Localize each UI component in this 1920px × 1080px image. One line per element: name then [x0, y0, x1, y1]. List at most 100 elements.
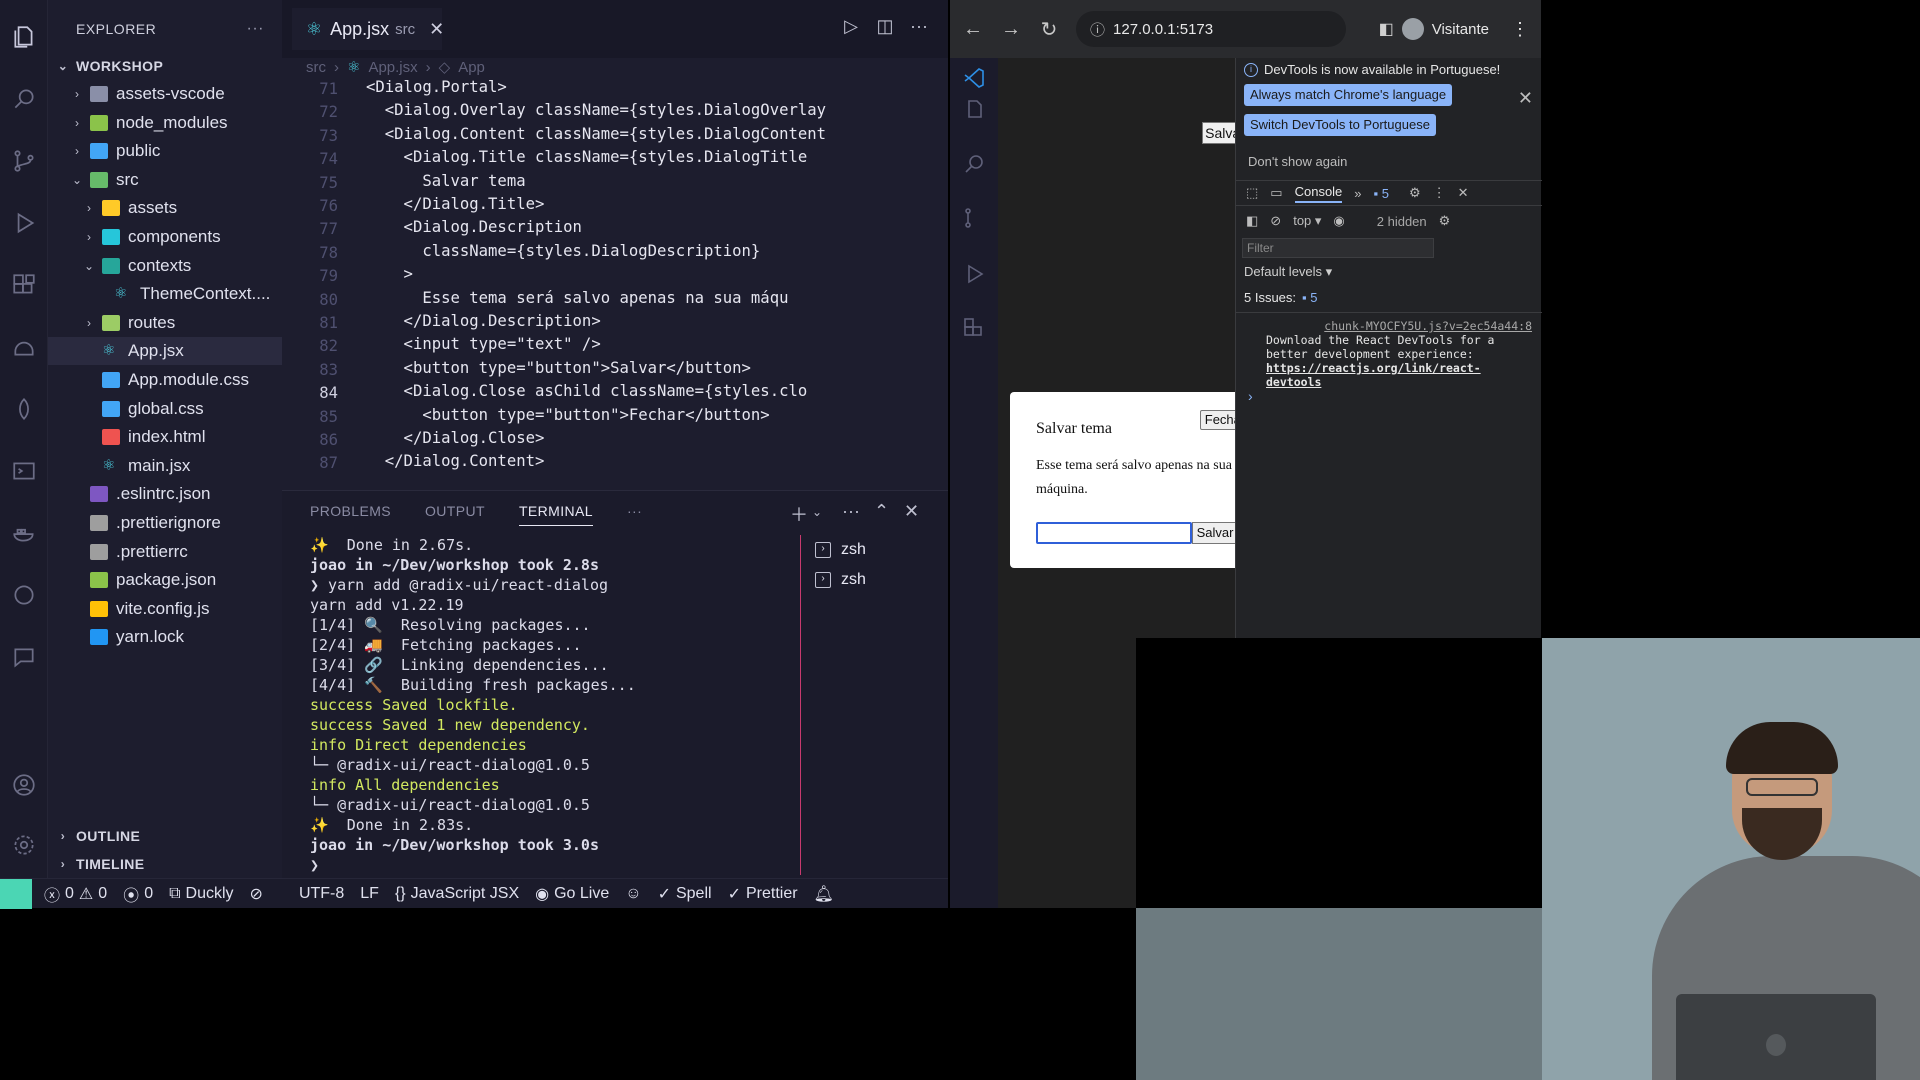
terminal-output[interactable]: ✨ Done in 2.67s. joao in ~/Dev/workshop t…	[310, 535, 830, 875]
close-tab-icon[interactable]: ✕	[429, 19, 444, 40]
file-tree-item[interactable]: ⚛ ThemeContext....	[48, 280, 282, 308]
file-tree-item[interactable]: ⌄ src	[48, 166, 282, 194]
more-icon[interactable]: ···	[906, 16, 932, 42]
file-tree-item[interactable]: .eslintrc.json	[48, 480, 282, 508]
terminal-item[interactable]: › zsh	[801, 535, 948, 565]
prettier-status[interactable]: ✓ Prettier	[728, 884, 798, 904]
close-devtools-icon[interactable]: ✕	[1458, 185, 1469, 201]
file-tree-item[interactable]: ⚛ main.jsx	[48, 452, 282, 480]
file-tree-item[interactable]: package.json	[48, 566, 282, 594]
terminal-icon[interactable]	[9, 456, 39, 486]
file-tree-item[interactable]: .prettierrc	[48, 538, 282, 566]
file-tree-item[interactable]: › public	[48, 137, 282, 165]
source-control-icon[interactable]	[962, 206, 986, 230]
save-button[interactable]: Salvar	[1192, 522, 1238, 544]
breadcrumb-file[interactable]: App.jsx	[368, 59, 417, 76]
chevron-down-icon[interactable]: ⌄	[812, 505, 822, 519]
settings-gear-icon[interactable]	[9, 830, 39, 860]
file-tree-item[interactable]: global.css	[48, 395, 282, 423]
panel-more-icon[interactable]: ···	[627, 503, 642, 526]
account-icon[interactable]	[9, 770, 39, 800]
file-tree-item[interactable]: yarn.lock	[48, 623, 282, 651]
file-tree-item[interactable]: .prettierignore	[48, 509, 282, 537]
log-source-link[interactable]: chunk-MYOCFY5U.js?v=2ec54a44:8	[1266, 319, 1532, 333]
console-prompt-icon[interactable]: ›	[1248, 388, 1253, 404]
tab-problems[interactable]: PROBLEMS	[310, 503, 391, 526]
breadcrumb-symbol[interactable]: App	[458, 59, 485, 76]
file-tree-item[interactable]: App.module.css	[48, 366, 282, 394]
terminal-item[interactable]: › zsh	[801, 565, 948, 595]
file-tree-item[interactable]: ⚛ App.jsx	[48, 337, 282, 366]
switch-language-button[interactable]: Switch DevTools to Portuguese	[1244, 114, 1436, 136]
new-terminal-icon[interactable]: ＋	[790, 501, 808, 527]
problems-status[interactable]: ⓧ 0 ⚠ 0	[44, 882, 107, 906]
forward-icon[interactable]: →	[996, 18, 1026, 41]
match-language-button[interactable]: Always match Chrome's language	[1244, 84, 1453, 106]
more-tabs-icon[interactable]: »	[1354, 186, 1361, 201]
filter-input[interactable]: Filter	[1242, 238, 1434, 258]
extensions-icon[interactable]	[9, 270, 39, 300]
language-status[interactable]: {} JavaScript JSX	[395, 885, 519, 903]
log-levels-dropdown[interactable]: Default levels ▾	[1244, 264, 1332, 280]
context-select[interactable]: top ▾	[1293, 213, 1321, 229]
settings-gear-icon[interactable]: ⚙	[1409, 185, 1421, 201]
copilot-status[interactable]: ☺	[625, 885, 641, 903]
run-icon[interactable]: ▷	[838, 16, 864, 42]
check-status[interactable]: ⊘	[250, 884, 263, 904]
dont-show-again-link[interactable]: Don't show again	[1248, 154, 1347, 169]
maximize-panel-icon[interactable]: ⌃	[874, 501, 889, 522]
tab-app-jsx[interactable]: ⚛ App.jsx src ✕	[292, 8, 444, 50]
file-tree-item[interactable]: › components	[48, 223, 282, 251]
file-tree-item[interactable]: › routes	[48, 309, 282, 337]
file-tree-item[interactable]: › node_modules	[48, 109, 282, 137]
timeline-section[interactable]: › TIMELINE	[48, 850, 282, 878]
duckly-status[interactable]: ⧉ Duckly	[169, 885, 233, 903]
menu-kebab-icon[interactable]: ⋮	[1511, 19, 1529, 40]
back-icon[interactable]: ←	[958, 18, 988, 41]
console-settings-icon[interactable]: ⚙	[1439, 213, 1451, 229]
github-icon[interactable]	[9, 580, 39, 610]
outline-section[interactable]: › OUTLINE	[48, 822, 282, 850]
tab-output[interactable]: OUTPUT	[425, 503, 485, 526]
clear-console-icon[interactable]: ⊘	[1270, 213, 1281, 229]
file-tree-item[interactable]: vite.config.js	[48, 595, 282, 623]
file-tree-item[interactable]: index.html	[48, 423, 282, 451]
run-debug-icon[interactable]	[9, 208, 39, 238]
issues-summary[interactable]: 5 Issues: ▪ 5	[1244, 290, 1318, 305]
terminal-more-icon[interactable]: ···	[842, 501, 860, 522]
notifications-status[interactable]: 🔔︎	[814, 884, 834, 904]
encoding-status[interactable]: UTF-8	[299, 885, 344, 903]
search-icon[interactable]	[9, 84, 39, 114]
files-icon[interactable]	[9, 22, 39, 52]
split-editor-icon[interactable]: ◫	[872, 16, 898, 42]
extensions-icon[interactable]	[962, 316, 986, 340]
more-actions-icon[interactable]: ···	[247, 20, 264, 38]
code-editor[interactable]: 71 <Dialog.Portal> 72 <Dialog.Overlay clas…	[282, 78, 948, 490]
file-tree-item[interactable]: › assets-vscode	[48, 80, 282, 108]
golive-status[interactable]: ◉ Go Live	[535, 884, 609, 904]
leaf-icon[interactable]	[9, 394, 39, 424]
kebab-icon[interactable]: ⋮	[1433, 185, 1446, 201]
log-link[interactable]: https://reactjs.org/link/react-devtools	[1266, 361, 1481, 389]
address-bar[interactable]: ⓘ 127.0.0.1:5173	[1076, 11, 1346, 47]
profile-button[interactable]: ◧ Visitante ⋮	[1379, 18, 1529, 40]
file-tree-item[interactable]: › assets	[48, 194, 282, 222]
tab-console[interactable]: Console	[1294, 184, 1343, 203]
close-panel-icon[interactable]: ✕	[904, 501, 919, 522]
spell-status[interactable]: ✓ Spell	[658, 884, 712, 904]
search-icon[interactable]	[962, 152, 986, 176]
remote-indicator[interactable]	[0, 878, 32, 909]
source-control-icon[interactable]	[9, 146, 39, 176]
eol-status[interactable]: LF	[360, 885, 379, 903]
inspect-icon[interactable]: ⬚	[1246, 185, 1258, 201]
workspace-section[interactable]: ⌄ WORKSHOP	[48, 52, 282, 80]
file-tree-item[interactable]: ⌄ contexts	[48, 252, 282, 280]
remote-icon[interactable]	[9, 332, 39, 362]
sidepanel-icon[interactable]: ◧	[1379, 19, 1394, 39]
device-toggle-icon[interactable]: ▭	[1270, 185, 1282, 201]
run-debug-icon[interactable]	[962, 262, 986, 286]
files-icon[interactable]	[962, 98, 986, 122]
tab-terminal[interactable]: TERMINAL	[518, 503, 593, 526]
chat-icon[interactable]	[9, 642, 39, 672]
reload-icon[interactable]: ↻	[1034, 17, 1064, 42]
